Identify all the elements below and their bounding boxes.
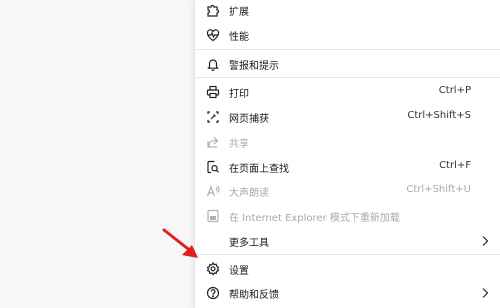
- menu-item-label: 大声朗读: [229, 188, 269, 199]
- heartbeat-icon: [205, 27, 221, 43]
- menu-item-read-aloud[interactable]: 大声朗读 Ctrl+Shift+U: [195, 178, 500, 204]
- shortcut-web-capture: Ctrl+Shift+S: [407, 110, 471, 121]
- read-aloud-icon: [205, 183, 221, 199]
- chevron-right-icon: [481, 287, 489, 299]
- menu-item-extensions[interactable]: 扩展: [195, 0, 500, 23]
- menu-item-label: 在页面上查找: [229, 164, 289, 175]
- puzzle-icon: [205, 2, 221, 18]
- menu-item-web-capture[interactable]: 网页捕获 Ctrl+Shift+S: [195, 104, 500, 130]
- menu-item-label: 帮助和反馈: [229, 290, 279, 301]
- menu-divider: [195, 77, 500, 78]
- annotation-arrow-icon: [162, 228, 198, 258]
- gear-icon: [205, 261, 221, 277]
- menu-item-label: 在 Internet Explorer 模式下重新加载: [229, 213, 400, 224]
- menu-item-label: 网页捕获: [229, 114, 269, 125]
- menu-item-performance[interactable]: 性能: [195, 22, 500, 48]
- menu-item-ie-mode-reload[interactable]: 在 Internet Explorer 模式下重新加载: [195, 203, 500, 229]
- menu-item-label: 打印: [229, 89, 249, 100]
- help-icon: [205, 285, 221, 301]
- menu-item-print[interactable]: 打印 Ctrl+P: [195, 79, 500, 105]
- menu-item-alerts-and-tips[interactable]: 警报和提示: [195, 51, 500, 77]
- find-icon: [205, 159, 221, 175]
- shortcut-find: Ctrl+F: [439, 160, 471, 171]
- menu-item-more-tools[interactable]: 更多工具: [195, 228, 500, 254]
- chevron-right-icon: [481, 235, 489, 247]
- menu-item-find-on-page[interactable]: 在页面上查找 Ctrl+F: [195, 154, 500, 180]
- bell-icon: [205, 56, 221, 72]
- menu-divider: [195, 254, 500, 255]
- ie-mode-icon: [205, 208, 221, 224]
- printer-icon: [205, 84, 221, 100]
- menu-item-help-and-feedback[interactable]: 帮助和反馈: [195, 280, 500, 306]
- shortcut-read-aloud: Ctrl+Shift+U: [406, 184, 471, 195]
- menu-item-label: 共享: [229, 139, 249, 150]
- shortcut-print: Ctrl+P: [438, 85, 471, 96]
- menu-item-label: 更多工具: [229, 238, 269, 249]
- menu-item-label: 性能: [229, 32, 249, 43]
- share-icon: [205, 134, 221, 150]
- menu-divider: [195, 49, 500, 50]
- web-capture-icon: [205, 109, 221, 125]
- menu-item-share[interactable]: 共享: [195, 129, 500, 155]
- menu-item-label: 警报和提示: [229, 61, 279, 72]
- menu-item-settings[interactable]: 设置: [195, 256, 500, 282]
- browser-settings-menu: 扩展 性能 警报和提示 打印 Ctrl+P 网页捕获 Ctrl+Shift+S …: [194, 0, 500, 308]
- menu-item-label: 扩展: [229, 7, 249, 18]
- menu-item-label: 设置: [229, 266, 249, 277]
